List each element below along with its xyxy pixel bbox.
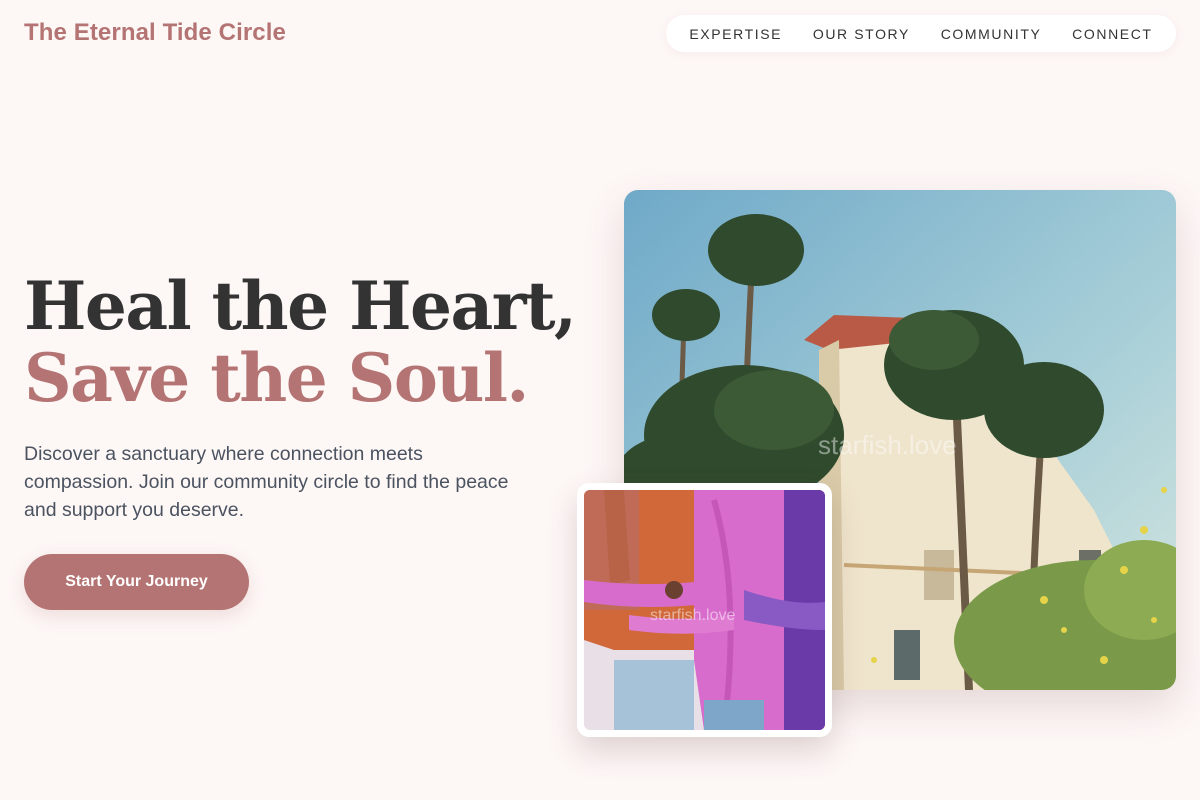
- watermark-small: starfish.love: [650, 607, 735, 624]
- hero-headline-line1: Heal the Heart,: [24, 267, 577, 345]
- landing-page: The Eternal Tide Circle EXPERTISE OUR ST…: [0, 0, 1200, 800]
- nav-item-connect[interactable]: CONNECT: [1072, 26, 1152, 42]
- nav-item-community[interactable]: COMMUNITY: [941, 26, 1042, 42]
- hero-headline: Heal the Heart, Save the Soul.: [24, 267, 577, 417]
- watermark-main: starfish.love: [818, 430, 957, 460]
- start-journey-button[interactable]: Start Your Journey: [24, 554, 249, 610]
- top-nav: EXPERTISE OUR STORY COMMUNITY CONNECT: [666, 15, 1176, 52]
- brand-logo-text[interactable]: The Eternal Tide Circle: [24, 19, 286, 47]
- nav-item-expertise[interactable]: EXPERTISE: [689, 26, 782, 42]
- nav-item-our-story[interactable]: OUR STORY: [813, 26, 910, 42]
- group-hug-photo: starfish.love: [584, 490, 825, 730]
- group-hug-photo-card: starfish.love: [577, 483, 832, 737]
- hero-description: Discover a sanctuary where connection me…: [24, 443, 509, 521]
- hero-headline-line2: Save the Soul.: [24, 339, 529, 417]
- group-hug-illustration: starfish.love: [584, 490, 825, 730]
